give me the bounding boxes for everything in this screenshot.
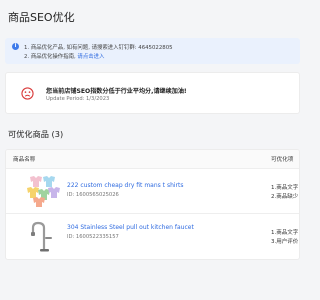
product-name-link[interactable]: 222 custom cheap dry fit mans t shirts: [67, 182, 183, 189]
table-header: 商品名称 可优化项: [6, 150, 299, 169]
notice-line-1: 1. 商品优化产品, 如有问题, 请搜索进入钉钉群: 4645022805: [24, 45, 173, 51]
column-header-optimizable: 可优化项: [271, 157, 294, 163]
update-period: Update Period: 1/3/2023: [46, 96, 110, 102]
optimizable-item: 1.商品文字: [271, 230, 299, 236]
seo-score-message: 您当前店铺SEO指数分低于行业平均分,请继续加油!: [46, 88, 187, 95]
info-icon: i: [12, 43, 19, 50]
optimizable-item: 2.商品缺少: [271, 194, 299, 200]
product-id: ID: 1600522335157: [67, 234, 119, 240]
sad-face-icon: [21, 87, 34, 100]
faucet-thumbnail: [24, 220, 60, 253]
notice-line-2-text: 2. 商品优化操作指南,: [24, 54, 76, 60]
notice-line-2: 2. 商品优化操作指南, 请点击进入: [24, 52, 104, 60]
optimizable-item: 1.商品文字: [271, 185, 299, 191]
optimizable-item: 3.用户评价: [271, 239, 299, 245]
guide-link[interactable]: 请点击进入: [77, 54, 104, 60]
products-table: 商品名称 可优化项 222 custom cheap dry fit mans …: [5, 149, 300, 260]
seo-score-card: 您当前店铺SEO指数分低于行业平均分,请继续加油! Update Period:…: [5, 72, 300, 114]
column-header-name: 商品名称: [13, 157, 36, 163]
section-title: 可优化商品 (3): [8, 129, 64, 139]
table-row: 304 Stainless Steel pull out kitchen fau…: [6, 214, 299, 259]
table-row: 222 custom cheap dry fit mans t shirts I…: [6, 168, 299, 214]
tshirts-thumbnail: [24, 174, 60, 207]
notice-banner: i 1. 商品优化产品, 如有问题, 请搜索进入钉钉群: 4645022805 …: [5, 38, 300, 64]
product-name-link[interactable]: 304 Stainless Steel pull out kitchen fau…: [67, 224, 194, 231]
product-id: ID: 1600565025026: [67, 192, 119, 198]
page-title: 商品SEO优化: [8, 11, 75, 24]
